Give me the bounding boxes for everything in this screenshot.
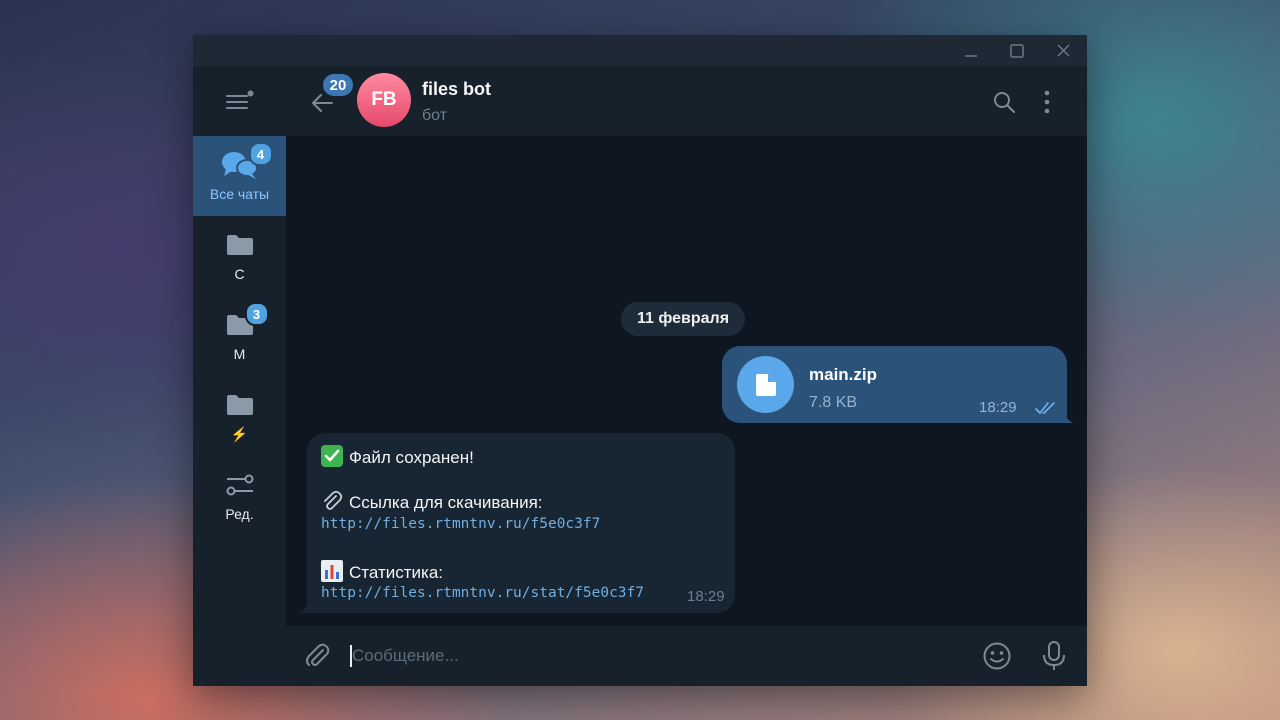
minimize-icon xyxy=(965,54,977,57)
folder-all-chats[interactable]: 4 Все чаты xyxy=(193,136,286,216)
saved-text: Файл сохранен! xyxy=(349,448,474,467)
message-list[interactable]: 11 февраля main.zip 7.8 KB 18:29 Файл со… xyxy=(286,136,1087,626)
hamburger-menu-icon xyxy=(225,90,253,109)
bubble-tail xyxy=(1060,409,1074,423)
folder-lightning[interactable]: ⚡ xyxy=(193,376,286,456)
incoming-message[interactable]: Файл сохранен! Ссылка для скачивания: ht… xyxy=(307,433,735,613)
chat-header: 20 FB files bot бот xyxy=(286,66,1087,136)
document-icon xyxy=(755,373,776,396)
microphone-icon xyxy=(1043,641,1065,670)
text-caret xyxy=(350,645,352,667)
saved-line: Файл сохранен! xyxy=(321,445,474,468)
minimize-button[interactable] xyxy=(948,35,994,66)
attach-button[interactable] xyxy=(304,642,332,670)
folder-unread-badge: 3 xyxy=(244,302,269,326)
stats-link[interactable]: http://files.rtmntnv.ru/stat/f5e0c3f7 xyxy=(321,585,644,601)
folder-label: ⚡ xyxy=(230,426,249,442)
outgoing-file-message[interactable]: main.zip 7.8 KB 18:29 xyxy=(722,346,1067,423)
message-time: 18:29 xyxy=(687,588,725,605)
check-mark-icon xyxy=(321,445,343,467)
double-check-icon xyxy=(1035,402,1055,414)
folder-icon: 3 xyxy=(225,302,269,340)
folder-label: С xyxy=(234,266,245,282)
more-vertical-icon xyxy=(1044,90,1050,114)
search-icon xyxy=(994,92,1015,113)
date-separator: 11 февраля xyxy=(621,302,746,336)
edit-folders[interactable]: Ред. xyxy=(193,456,286,536)
file-size: 7.8 KB xyxy=(809,394,858,411)
telegram-window: 4 Все чаты С 3 М ⚡ Ред. 20 FB files bot … xyxy=(193,35,1087,686)
folder-unread-badge: 4 xyxy=(248,142,273,166)
folder-label: Все чаты xyxy=(209,186,270,202)
chat-title[interactable]: files bot xyxy=(422,79,491,100)
download-link[interactable]: http://files.rtmntnv.ru/f5e0c3f7 xyxy=(321,516,600,532)
unread-count-badge: 20 xyxy=(323,74,353,96)
main-menu-button[interactable] xyxy=(193,66,286,136)
close-button[interactable] xyxy=(1040,35,1086,66)
download-label: Ссылка для скачивания: xyxy=(349,493,543,512)
folder-label: М xyxy=(233,346,246,362)
message-time: 18:29 xyxy=(979,399,1017,416)
emoji-button[interactable] xyxy=(982,641,1012,671)
more-button[interactable] xyxy=(1033,88,1061,116)
message-input-wrapper xyxy=(350,640,952,672)
file-name[interactable]: main.zip xyxy=(809,365,877,385)
chats-icon: 4 xyxy=(221,142,273,180)
maximize-icon xyxy=(1010,43,1024,58)
stats-line: Статистика: xyxy=(321,560,443,583)
sliders-icon xyxy=(225,470,255,500)
maximize-button[interactable] xyxy=(994,35,1040,66)
folder-m[interactable]: 3 М xyxy=(193,296,286,376)
file-download-button[interactable] xyxy=(737,356,794,413)
stats-label: Статистика: xyxy=(349,563,444,582)
avatar[interactable]: FB xyxy=(357,73,411,127)
message-composer xyxy=(286,626,1087,686)
folder-c[interactable]: С xyxy=(193,216,286,296)
title-bar xyxy=(193,35,1087,66)
search-button[interactable] xyxy=(990,88,1018,116)
bubble-tail xyxy=(298,599,312,613)
folders-sidebar: 4 Все чаты С 3 М ⚡ Ред. xyxy=(193,66,286,686)
folder-icon xyxy=(225,390,255,420)
paperclip-icon xyxy=(321,490,343,512)
paperclip-icon xyxy=(306,643,330,666)
message-input[interactable] xyxy=(352,640,952,672)
folder-label: Ред. xyxy=(225,506,254,522)
bar-chart-icon xyxy=(321,560,343,582)
smiley-icon xyxy=(983,642,1011,670)
voice-record-button[interactable] xyxy=(1040,640,1068,672)
folder-icon xyxy=(225,230,255,260)
chat-status: бот xyxy=(422,107,448,124)
close-icon xyxy=(1056,44,1070,57)
download-line: Ссылка для скачивания: xyxy=(321,490,543,513)
